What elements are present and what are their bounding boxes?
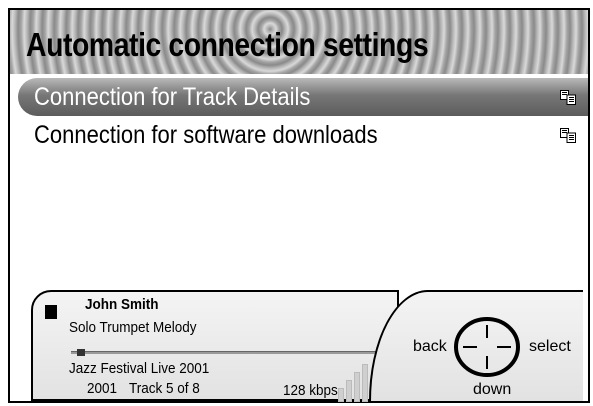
album-name: Jazz Festival Live 2001 [69, 360, 210, 377]
artist-name: John Smith [85, 296, 159, 313]
track-position: Track 5 of 8 [129, 380, 200, 397]
track-title: Solo Trumpet Melody [69, 319, 197, 336]
down-label[interactable]: down [473, 381, 511, 399]
select-label[interactable]: select [529, 338, 571, 356]
track-info-panel: John Smith Solo Trumpet Melody Jazz Fest… [31, 290, 399, 402]
navigation-panel: back select down [369, 290, 583, 401]
connection-icon [560, 90, 576, 105]
connection-icon [560, 128, 576, 143]
now-playing-panel: John Smith Solo Trumpet Melody Jazz Fest… [31, 290, 583, 402]
stop-icon [45, 305, 57, 319]
progress-bar[interactable] [71, 351, 381, 354]
menu-item-track-details[interactable]: Connection for Track Details [18, 78, 588, 116]
navigation-cross-icon[interactable] [453, 315, 521, 379]
back-label[interactable]: back [413, 338, 447, 356]
menu-item-software-downloads[interactable]: Connection for software downloads [18, 116, 588, 154]
page-title: Automatic connection settings [26, 26, 429, 63]
menu-item-label: Connection for Track Details [34, 83, 311, 111]
menu-item-label: Connection for software downloads [34, 121, 378, 149]
track-year: 2001 [87, 380, 118, 397]
progress-knob[interactable] [77, 349, 85, 356]
title-bar: Automatic connection settings [10, 10, 588, 74]
signal-bars-icon [338, 362, 372, 402]
bitrate: 128 kbps [283, 382, 338, 399]
